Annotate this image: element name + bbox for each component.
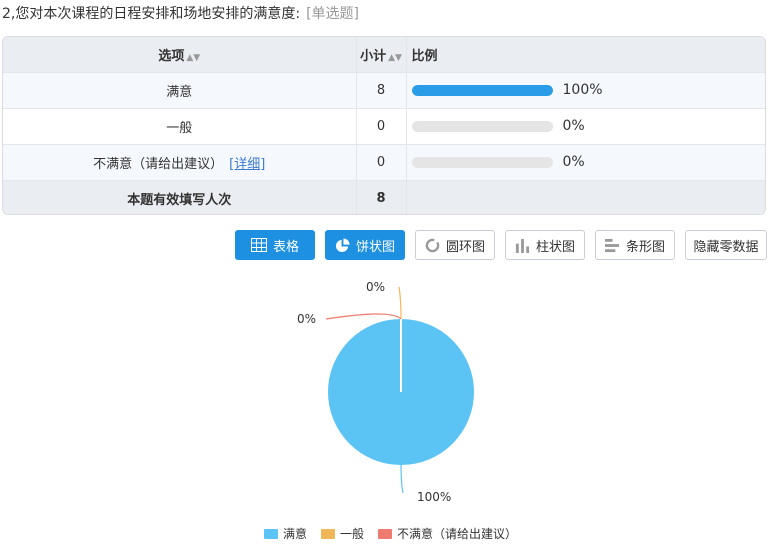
row-percent: 100%	[562, 82, 603, 98]
legend-item[interactable]: 一般	[321, 525, 364, 542]
sort-icon[interactable]: ▲▼	[388, 53, 402, 63]
header-ratio: 比例	[406, 37, 765, 73]
bar-view-label: 条形图	[625, 239, 665, 255]
total-count: 8	[356, 180, 407, 214]
row-option: 不满意（请给出建议） [详细]	[3, 144, 357, 181]
progress-bar	[411, 120, 553, 132]
legend-label: 一般	[340, 527, 365, 541]
header-option[interactable]: 选项 ▲▼	[3, 37, 357, 73]
pie-view-label: 饼状图	[355, 239, 395, 255]
row-option-label: 不满意（请给出建议）	[93, 156, 224, 172]
hide-zero-label: 隐藏零数据	[693, 239, 759, 255]
donut-view-button[interactable]: 圆环图	[415, 230, 495, 260]
pie-chart: 100% 0% 0%	[0, 270, 772, 559]
header-count[interactable]: 小计 ▲▼	[356, 37, 407, 73]
legend-swatch	[321, 528, 336, 539]
progress-fill	[411, 84, 553, 96]
row-ratio: 100%	[406, 72, 765, 109]
pie-view-button[interactable]: 饼状图	[325, 230, 405, 260]
legend-swatch	[378, 528, 393, 539]
table-view-button[interactable]: 表格	[235, 230, 315, 260]
row-count: 0	[356, 144, 407, 181]
result-table: 选项 ▲▼ 小计 ▲▼ 比例 满意 8 100% 一般 0 0% 不满意（请给出…	[2, 36, 766, 215]
leader-line	[400, 464, 404, 494]
row-ratio: 0%	[406, 144, 765, 181]
pie-icon	[335, 237, 350, 253]
slice-label: 0%	[297, 312, 316, 326]
header-count-label: 小计	[360, 48, 387, 64]
row-ratio: 0%	[406, 108, 765, 145]
row-percent: 0%	[562, 154, 585, 170]
total-label: 本题有效填写人次	[3, 180, 357, 214]
sort-icon[interactable]: ▲▼	[186, 53, 200, 63]
total-row: 本题有效填写人次 8	[3, 180, 765, 214]
column-view-label: 柱状图	[535, 239, 575, 255]
table-view-label: 表格	[272, 239, 299, 255]
legend-item[interactable]: 不满意（请给出建议）	[378, 525, 517, 542]
question-type: [单选题]	[306, 6, 360, 22]
slice-label: 0%	[366, 280, 385, 294]
legend-swatch	[264, 528, 278, 539]
chart-legend: 满意 一般 不满意（请给出建议）	[264, 525, 531, 542]
table-row: 一般 0 0%	[3, 108, 765, 145]
donut-view-label: 圆环图	[445, 239, 485, 255]
hide-zero-button[interactable]: 隐藏零数据	[685, 230, 767, 260]
column-view-button[interactable]: 柱状图	[505, 230, 585, 260]
table-row: 满意 8 100%	[3, 72, 765, 109]
bar-chart-icon	[604, 238, 620, 253]
row-percent: 0%	[562, 118, 585, 134]
leader-line	[398, 286, 402, 320]
total-ratio	[406, 180, 765, 214]
donut-icon	[425, 238, 440, 253]
progress-bar	[411, 84, 553, 96]
row-option: 一般	[3, 108, 357, 145]
slice-label: 100%	[417, 490, 451, 504]
legend-label: 不满意（请给出建议）	[397, 527, 518, 541]
table-row: 不满意（请给出建议） [详细] 0 0%	[3, 144, 765, 181]
row-count: 0	[356, 108, 407, 145]
legend-item[interactable]: 满意	[264, 525, 307, 542]
header-option-label: 选项	[158, 48, 185, 64]
bar-view-button[interactable]: 条形图	[595, 230, 675, 260]
row-option: 满意	[3, 72, 357, 109]
column-chart-icon	[515, 238, 530, 253]
progress-bar	[411, 156, 553, 168]
question-title: 2,您对本次课程的日程安排和场地安排的满意度: [单选题]	[2, 3, 359, 23]
legend-label: 满意	[283, 527, 308, 541]
pie-chart-svg: 100% 0% 0%	[297, 280, 474, 504]
detail-link[interactable]: [详细]	[229, 157, 265, 172]
row-count: 8	[356, 72, 407, 109]
question-text: 2,您对本次课程的日程安排和场地安排的满意度:	[2, 6, 301, 22]
table-icon	[250, 238, 267, 252]
leader-line	[325, 313, 402, 320]
